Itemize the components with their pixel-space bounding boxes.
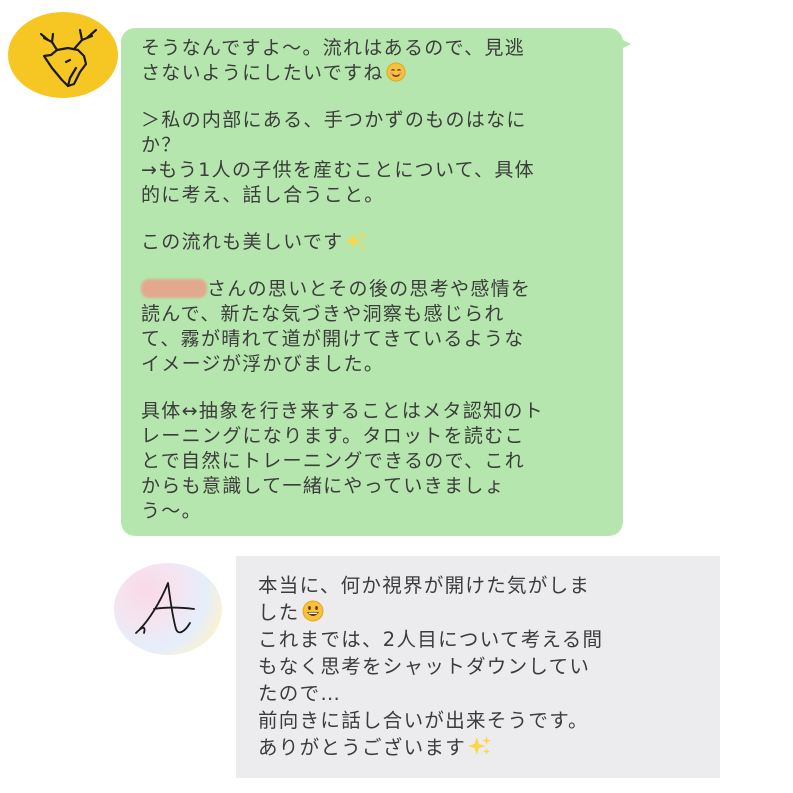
grinning-face-emoji-icon [302,600,324,622]
message-text-line: とで自然にトレーニングできるので、これ [141,450,525,472]
message-text-line: 的に考え、話し合うこと。 [141,184,385,206]
letter-a-signature-icon [135,582,195,634]
message-text-line: した [258,599,710,626]
sent-message-bubble[interactable]: 本当に、何か視界が開けた気がしま した これまでは、2人目について考える間 もな… [236,556,720,778]
avatar-signature[interactable] [114,563,222,655]
message-text-line: 具体↔抽象を行き来することはメタ認知のト [141,400,544,422]
message-text-line: 前向きに話し合いが出来そうです。 [258,709,589,732]
received-message-bubble[interactable]: そうなんですよ〜。流れはあるので、見逃 さないようにしたいですね ＞私の内部にあ… [121,28,631,536]
message-text-line: ありがとうございます [258,734,710,761]
message-text-line: →もう1人の子供を産むことについて、具体 [141,159,535,181]
message-text-line: 本当に、何か視界が開けた気がしま [258,574,591,597]
message-text-line: この流れも美しいです [141,230,613,255]
message-text-line: もなく思考をシャットダウンしてい [258,655,591,678]
message-text-line: さんの思いとその後の思考や感情を [141,277,613,302]
message-text-line: さないようにしたいですね [141,61,613,86]
sparkles-emoji-icon [468,735,492,757]
message-text-line: からも意識して一緒にやっていきましょ [141,475,505,497]
message-text-line: これまでは、2人目について考える間 [258,628,604,651]
message-text-line: か？ [141,134,182,156]
redacted-name [141,279,207,298]
message-text-line: たので… [258,682,342,705]
message-text-line: ＞私の内部にある、手つかずのものはなに [141,109,527,131]
deer-head-icon [39,28,98,88]
smiling-face-emoji-icon [386,62,406,82]
message-text-line: 読んで、新たな気づきや洞察も感じられ [141,303,505,325]
message-text-line: そうなんですよ〜。流れはあるので、見逃 [141,37,525,59]
message-text-line: う〜。 [141,500,202,522]
sparkles-emoji-icon [345,231,367,251]
avatar-deer[interactable] [8,12,118,98]
message-text-line: イメージが浮かびました。 [141,353,385,375]
message-text-line: て、霧が晴れて道が開けてきているような [141,328,525,350]
message-text-line: レーニングになります。タロットを読むこ [141,425,525,447]
